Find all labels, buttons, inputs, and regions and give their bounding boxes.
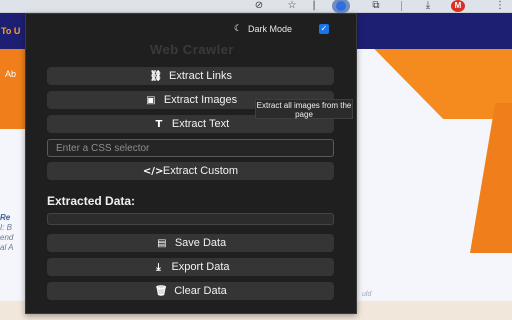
extract-links-label: Extract Links: [169, 70, 232, 82]
avatar[interactable]: M: [451, 0, 465, 12]
extract-custom-label: Extract Custom: [162, 165, 239, 177]
puzzle-icon[interactable]: ⧉: [370, 0, 382, 12]
code-icon: </>: [142, 166, 164, 177]
export-data-button[interactable]: ⤓ Export Data: [47, 258, 334, 276]
extension-icon[interactable]: [332, 0, 350, 13]
dark-mode-checkbox[interactable]: ✓: [319, 24, 329, 34]
dark-mode-label: Dark Mode: [248, 24, 293, 34]
export-data-label: Export Data: [171, 261, 230, 273]
extracted-data-output[interactable]: [47, 213, 334, 225]
save-icon: ▤: [157, 238, 167, 249]
hero-banner-right: [374, 49, 512, 119]
toolbar-divider: [401, 1, 402, 11]
download-icon: ⤓: [156, 262, 161, 273]
css-selector-input[interactable]: [47, 139, 334, 157]
extracted-data-heading: Extracted Data:: [47, 194, 136, 208]
clear-data-label: Clear Data: [174, 285, 227, 297]
clear-data-button[interactable]: 🗑 Clear Data: [47, 282, 334, 300]
text-icon: T: [155, 119, 163, 130]
hero-text: Ab: [5, 69, 17, 79]
save-data-label: Save Data: [174, 237, 227, 249]
popup-title: Web Crawler: [149, 42, 234, 57]
extract-links-button[interactable]: ⛓ Extract Links: [47, 67, 334, 85]
extension-popup: ☾ Dark Mode ✓ Web Crawler ⛓ Extract Links…: [25, 13, 357, 314]
dark-mode-toggle[interactable]: ☾ Dark Mode ✓: [234, 24, 354, 36]
download-icon[interactable]: ⤓: [422, 0, 434, 12]
menu-icon[interactable]: ⋮: [494, 0, 506, 12]
save-data-button[interactable]: ▤ Save Data: [47, 234, 334, 252]
extract-images-tooltip: Extract all images from the page: [255, 99, 353, 119]
image-icon: ▣: [146, 95, 156, 106]
extract-custom-button[interactable]: </>Extract Custom: [47, 162, 334, 180]
link-icon: ⛓: [149, 71, 163, 82]
extract-images-label: Extract Images: [163, 94, 238, 106]
card-text-right: uld: [362, 291, 372, 298]
trash-icon: 🗑: [154, 286, 168, 297]
hero-accent: [470, 103, 512, 253]
install-icon[interactable]: ⊘: [253, 0, 265, 12]
extract-text-label: Extract Text: [171, 118, 230, 130]
star-icon[interactable]: ☆: [286, 0, 298, 12]
separator-icon: |: [312, 0, 316, 11]
moon-icon: ☾: [234, 24, 243, 34]
nav-link[interactable]: To U: [0, 26, 20, 36]
browser-toolbar: ⊘ ☆ | ⧉ ⤓ M ⋮: [0, 0, 512, 13]
